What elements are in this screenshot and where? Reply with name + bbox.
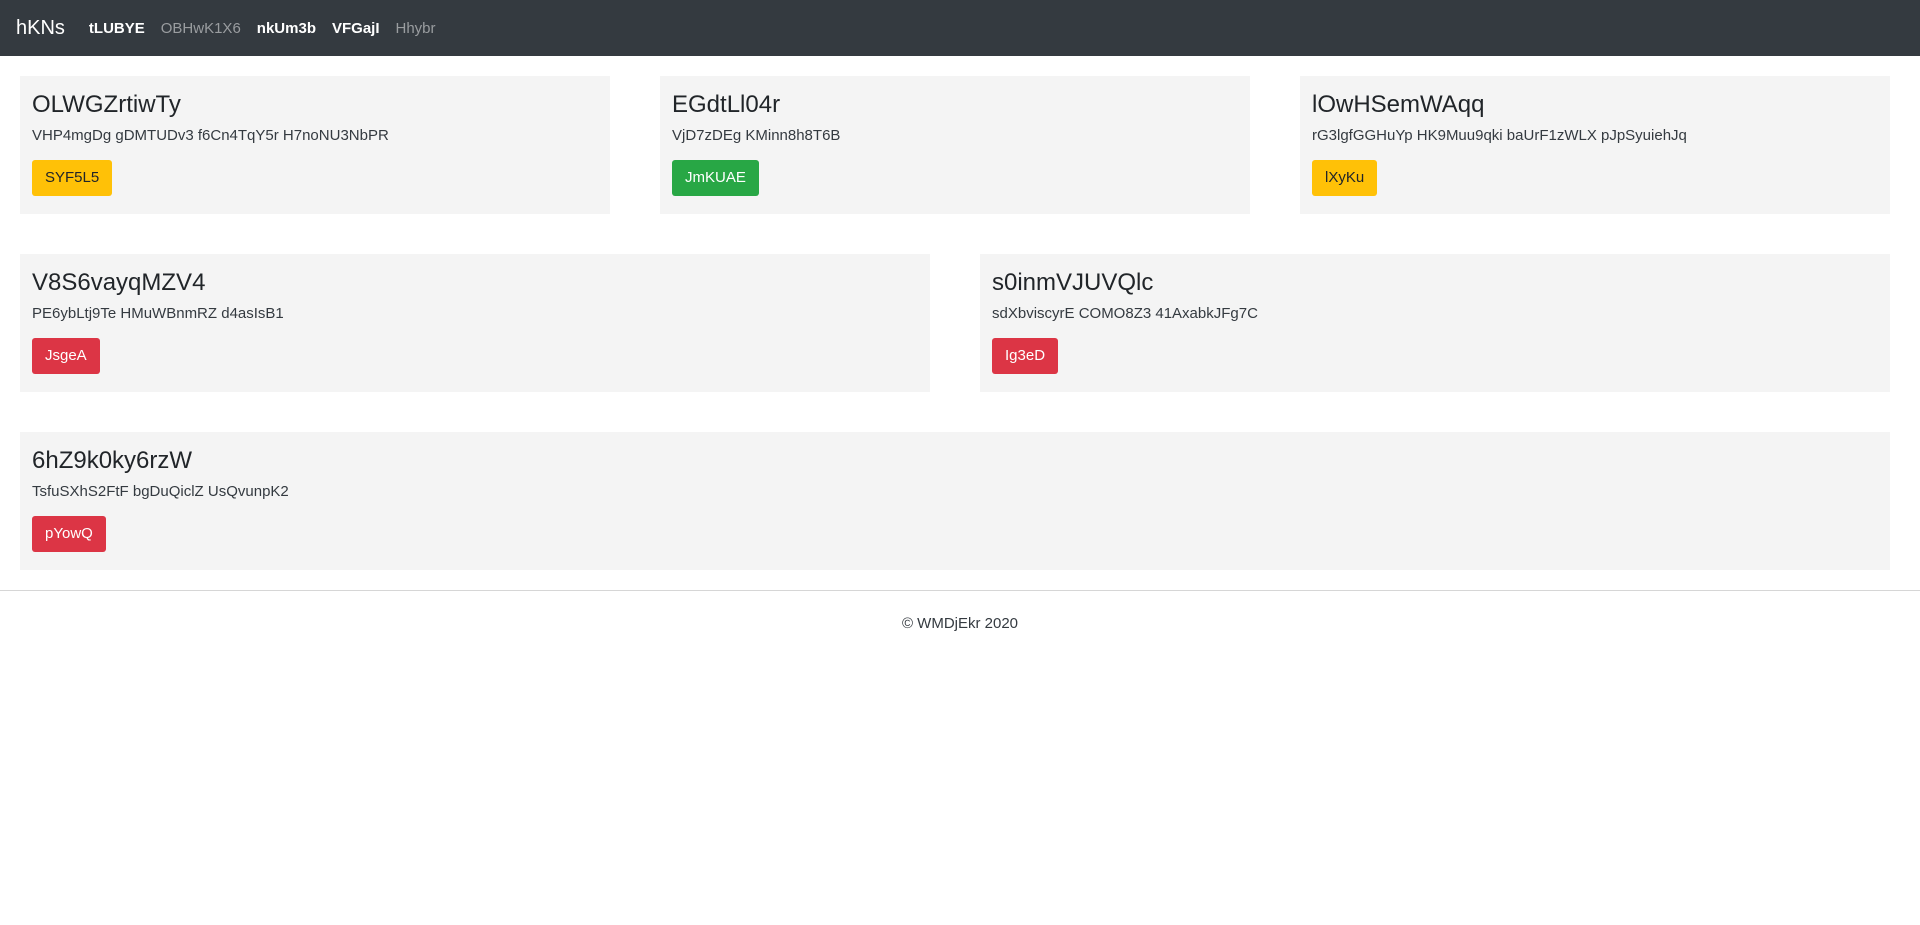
card-6: 6hZ9k0ky6rzW TsfuSXhS2FtF bgDuQiclZ UsQv… (20, 432, 1890, 570)
card-4: V8S6vayqMZV4 PE6ybLtj9Te HMuWBnmRZ d4asI… (20, 254, 930, 392)
card-5-button[interactable]: Ig3eD (992, 338, 1059, 374)
card-text: VHP4mgDg gDMTUDv3 f6Cn4TqY5r H7noNU3NbPR (32, 127, 389, 144)
card-4-button[interactable]: JsgeA (32, 338, 100, 374)
nav-link-3[interactable]: nkUm3b (257, 20, 316, 37)
card-6-button[interactable]: pYowQ (32, 516, 106, 552)
top-navbar: hKNs tLUBYE OBHwK1X6 nkUm3b VFGajI Hhybr (0, 0, 1920, 56)
card-2-button[interactable]: JmKUAE (672, 160, 759, 196)
card-title: 6hZ9k0ky6rzW (32, 447, 193, 474)
card-title: V8S6vayqMZV4 (32, 269, 206, 296)
nav-link-4[interactable]: VFGajI (332, 20, 380, 37)
card-1: OLWGZrtiwTy VHP4mgDg gDMTUDv3 f6Cn4TqY5r… (20, 76, 610, 214)
card-row-3: 6hZ9k0ky6rzW TsfuSXhS2FtF bgDuQiclZ UsQv… (20, 432, 1900, 570)
card-row-2: V8S6vayqMZV4 PE6ybLtj9Te HMuWBnmRZ d4asI… (20, 254, 1900, 392)
footer-copyright: © WMDjEkr 2020 (901, 615, 1019, 632)
card-row-1: OLWGZrtiwTy VHP4mgDg gDMTUDv3 f6Cn4TqY5r… (20, 76, 1900, 214)
card-title: s0inmVJUVQlc (992, 269, 1154, 296)
card-2: EGdtLl04r VjD7zDEg KMinn8h8T6B JmKUAE (660, 76, 1250, 214)
card-title: OLWGZrtiwTy (32, 91, 181, 118)
nav-link-1[interactable]: tLUBYE (89, 20, 145, 37)
card-title: lOwHSemWAqq (1312, 91, 1485, 118)
main-content: OLWGZrtiwTy VHP4mgDg gDMTUDv3 f6Cn4TqY5r… (0, 56, 1920, 570)
card-text: TsfuSXhS2FtF bgDuQiclZ UsQvunpK2 (32, 483, 289, 500)
card-title: EGdtLl04r (672, 91, 781, 118)
card-text: VjD7zDEg KMinn8h8T6B (672, 127, 841, 144)
nav-link-5[interactable]: Hhybr (396, 20, 436, 37)
card-3-button[interactable]: lXyKu (1312, 160, 1378, 196)
card-text: rG3lgfGGHuYp HK9Muu9qki baUrF1zWLX pJpSy… (1312, 127, 1687, 144)
card-1-button[interactable]: SYF5L5 (32, 160, 113, 196)
card-5: s0inmVJUVQlc sdXbviscyrE COMO8Z3 41Axabk… (980, 254, 1890, 392)
nav-link-2[interactable]: OBHwK1X6 (161, 20, 241, 37)
card-text: sdXbviscyrE COMO8Z3 41AxabkJFg7C (992, 305, 1258, 322)
card-text: PE6ybLtj9Te HMuWBnmRZ d4asIsB1 (32, 305, 284, 322)
navbar-brand[interactable]: hKNs (16, 17, 65, 40)
card-3: lOwHSemWAqq rG3lgfGGHuYp HK9Muu9qki baUr… (1300, 76, 1890, 214)
page-footer: © WMDjEkr 2020 (0, 591, 1920, 632)
